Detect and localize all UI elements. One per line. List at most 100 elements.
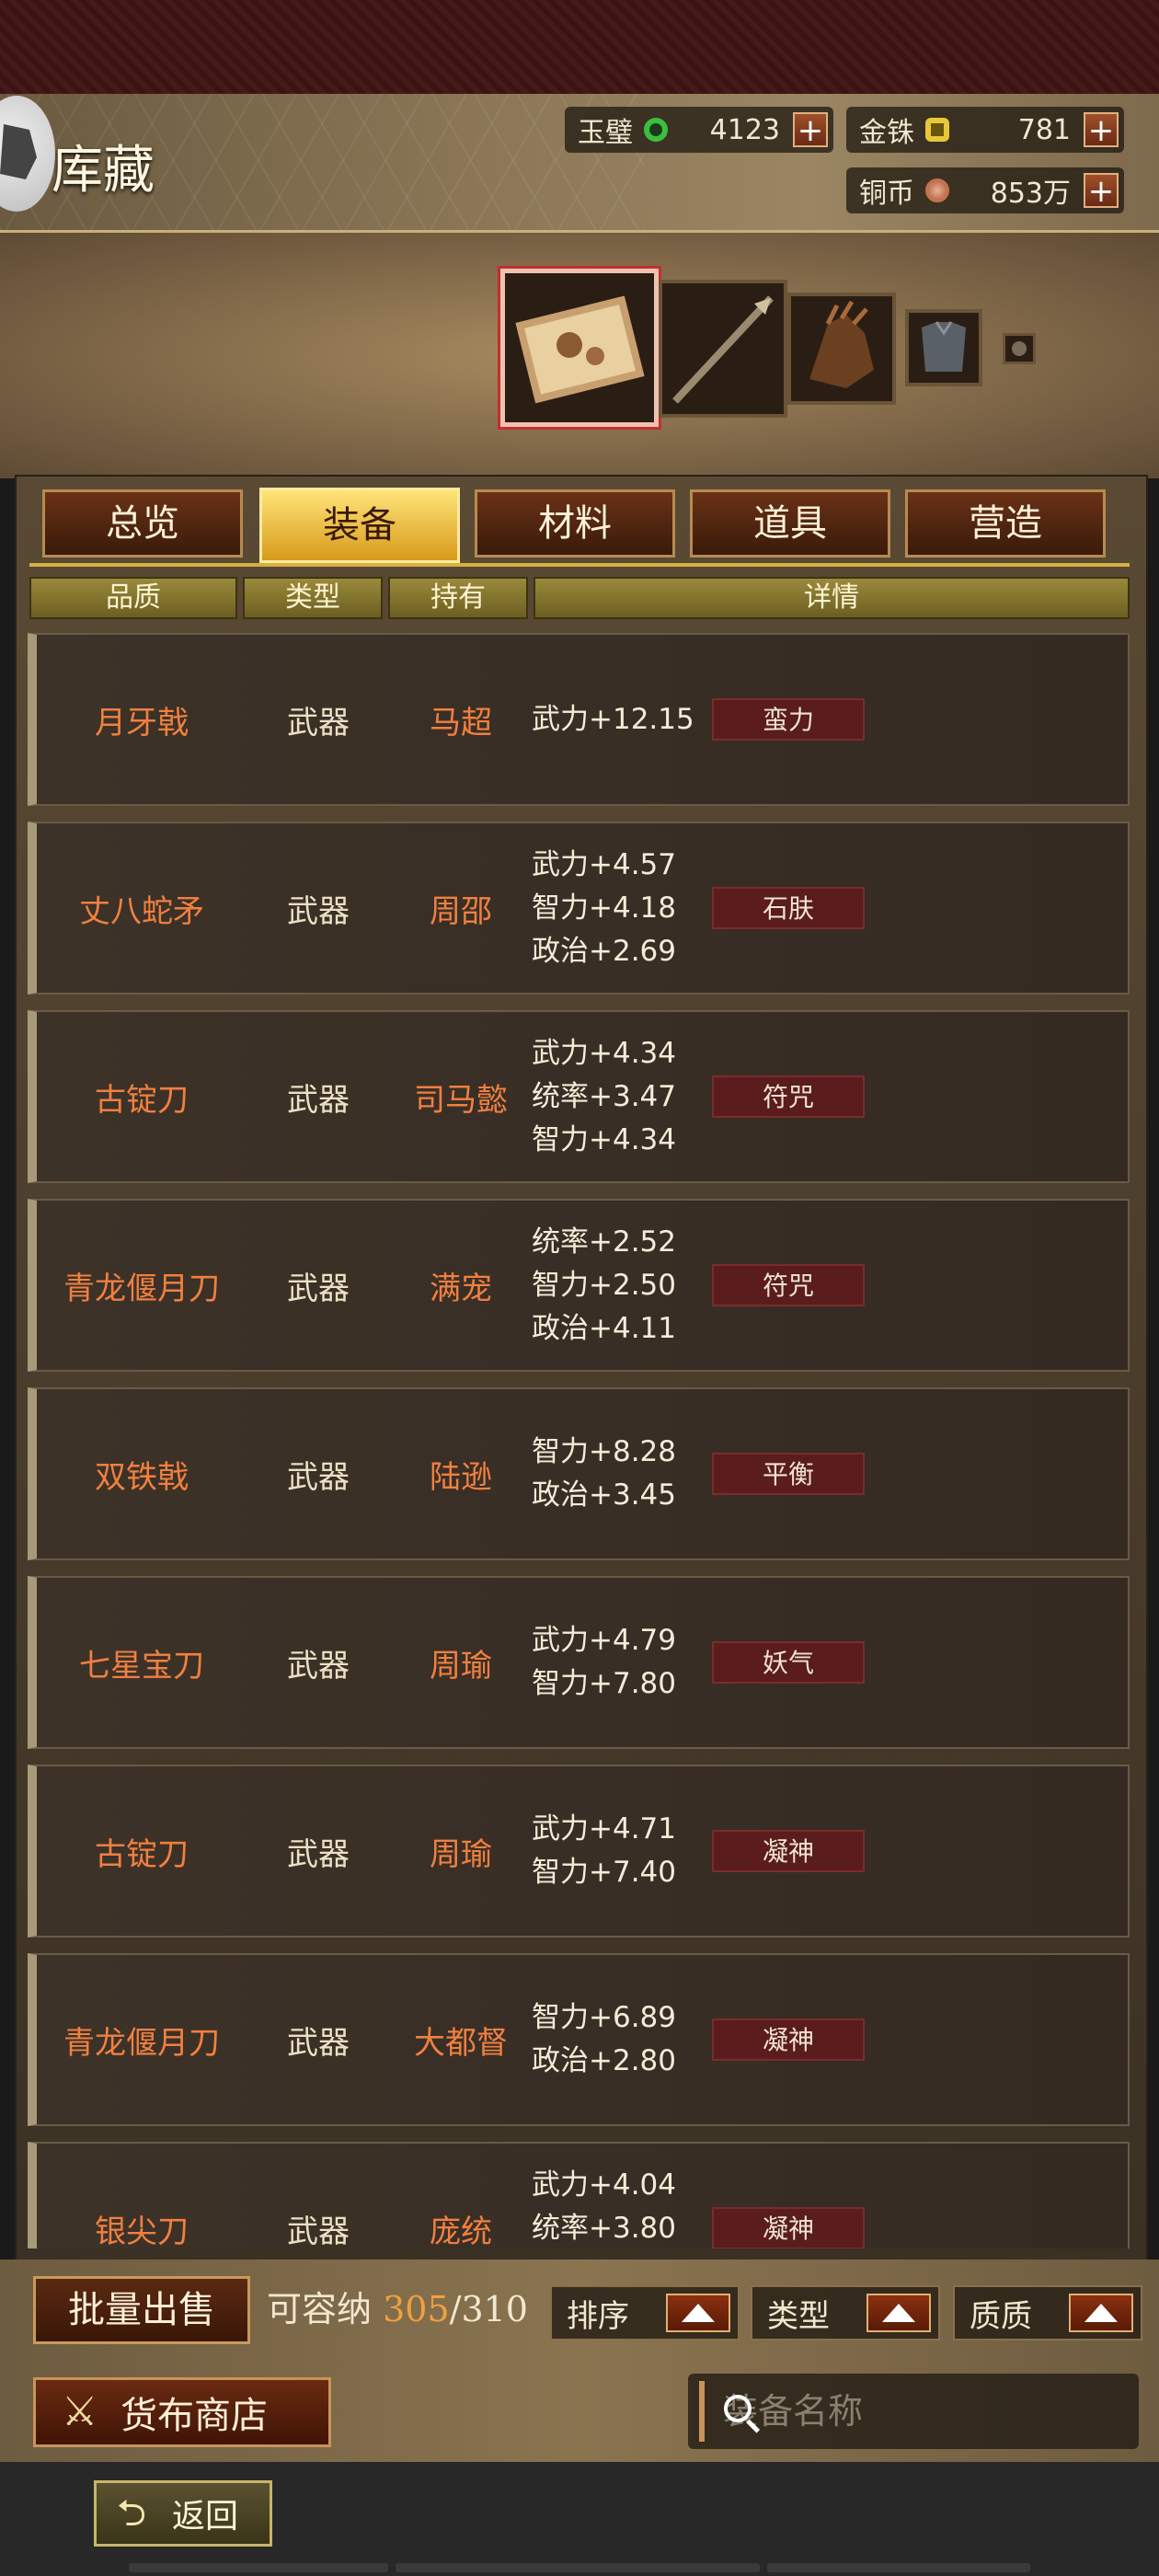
stat-line: 智力+6.89 (532, 2001, 676, 2034)
item-type: 武器 (287, 1647, 350, 1685)
page-title: 库藏 (52, 141, 155, 201)
search-icon[interactable] (699, 2381, 761, 2442)
item-name: 丈八蛇矛 (79, 892, 204, 930)
currency-shop-button[interactable]: ⚔ 货布商店 (33, 2377, 331, 2447)
item-holder: 周瑜 (430, 1647, 492, 1685)
equipment-row[interactable]: 双铁戟 武器 陆逊 智力+8.28 政治+3.45 平衡 (28, 1387, 1130, 1560)
jade-coin-icon (644, 118, 668, 142)
item-holder: 司马懿 (414, 1081, 508, 1119)
sort-button[interactable]: 排序 (550, 2285, 740, 2340)
arrow-up-icon[interactable] (666, 2294, 730, 2332)
stat-line: 智力+7.80 (532, 1667, 676, 1700)
trait-badge: 符咒 (712, 1075, 865, 1118)
nav-indicator (767, 2563, 1030, 2572)
shop-label: 货布商店 (120, 2395, 268, 2437)
tab-overview[interactable]: 总览 (42, 489, 243, 558)
treasure-map-icon[interactable] (500, 269, 659, 427)
stat-line: 智力+4.34 (532, 1122, 676, 1156)
type-filter-button[interactable]: 类型 (751, 2285, 940, 2340)
currency-label: 金铢 (859, 117, 914, 149)
stat-line: 政治+2.69 (532, 934, 676, 968)
equipment-row[interactable]: 月牙戟 武器 马超 武力+12.15 蛮力 (28, 633, 1130, 806)
add-copper-button[interactable]: + (1084, 173, 1119, 208)
stat-line: 统率+3.47 (532, 1079, 676, 1113)
search-box (688, 2374, 1159, 2449)
stat-line: 统率+2.52 (532, 1225, 676, 1259)
capacity-current: 305 (383, 2289, 450, 2329)
back-button[interactable]: ⮌ 返回 (94, 2480, 272, 2547)
add-gold-button[interactable]: + (1084, 112, 1119, 147)
item-name: 青龙偃月刀 (63, 1270, 220, 1307)
item-stats: 武力+4.04统率+3.80智力+2.77 (532, 2144, 716, 2248)
search-input[interactable] (721, 2383, 1159, 2440)
item-type: 武器 (287, 1458, 350, 1496)
back-label: 返回 (172, 2498, 239, 2536)
equipment-row[interactable]: 古锭刀 武器 周瑜 武力+4.71 智力+7.40 凝神 (28, 1765, 1130, 1938)
item-name: 古锭刀 (95, 1081, 189, 1119)
trait-badge: 凝神 (712, 2207, 865, 2248)
capacity-total: /310 (449, 2289, 528, 2329)
nav-indicator (129, 2563, 388, 2572)
column-holder[interactable]: 持有 (388, 577, 528, 619)
arrow-up-icon[interactable] (1069, 2294, 1133, 2332)
item-name: 月牙戟 (95, 704, 189, 742)
quality-filter-label: 质质 (970, 2297, 1032, 2335)
item-name: 双铁戟 (95, 1458, 189, 1496)
equipment-row[interactable]: 银尖刀武器庞统武力+4.04统率+3.80智力+2.77凝神 (28, 2142, 1130, 2248)
armor-icon[interactable] (905, 309, 982, 386)
trait-badge: 蛮力 (712, 698, 865, 741)
quality-filter-button[interactable]: 质质 (953, 2285, 1142, 2340)
stat-line: 武力+4.79 (532, 1624, 676, 1657)
column-quality[interactable]: 品质 (29, 577, 237, 619)
gauntlet-icon[interactable] (787, 293, 896, 405)
item-stats: 统率+2.52 智力+2.50 政治+4.11 (532, 1201, 716, 1370)
crossed-blades-icon: ⚔ (62, 2388, 98, 2435)
stat-line: 统率+3.80 (532, 2211, 676, 2245)
equipment-row[interactable]: 青龙偃月刀 武器 满宠 统率+2.52 智力+2.50 政治+4.11 符咒 (28, 1199, 1130, 1372)
small-item-icon[interactable] (1003, 333, 1036, 364)
item-type: 武器 (287, 704, 350, 742)
item-stats: 武力+4.57 智力+4.18 政治+2.69 (532, 823, 716, 993)
top-bar (0, 0, 1159, 94)
stat-line: 智力+8.28 (532, 1435, 676, 1468)
equipment-row[interactable]: 丈八蛇矛 武器 周邵 武力+4.57 智力+4.18 政治+2.69 石肤 (28, 822, 1130, 995)
stat-line: 政治+3.45 (532, 1478, 676, 1512)
spear-icon[interactable] (659, 280, 787, 418)
item-type: 武器 (287, 2213, 350, 2249)
item-holder: 周瑜 (430, 1835, 492, 1873)
item-holder: 满宠 (430, 1270, 492, 1307)
item-type: 武器 (287, 2024, 350, 2062)
currency-label: 玉璧 (578, 117, 633, 149)
tab-items[interactable]: 道具 (690, 489, 890, 558)
currency-value: 853万 (990, 178, 1071, 210)
equipment-list[interactable]: 月牙戟 武器 马超 武力+12.15 蛮力 丈八蛇矛 武器 周邵 武力+4.57 智力+4.18 政… (28, 633, 1131, 2248)
tab-construction[interactable]: 营造 (905, 489, 1106, 558)
item-name: 七星宝刀 (79, 1647, 204, 1685)
currency-value: 4123 (709, 113, 780, 146)
capacity-label: 可容纳 (267, 2289, 373, 2329)
trait-badge: 平衡 (712, 1453, 865, 1495)
return-arrow-icon: ⮌ (117, 2492, 147, 2535)
stat-line: 智力+4.18 (532, 891, 676, 925)
tab-materials[interactable]: 材料 (475, 489, 675, 558)
arrow-up-icon[interactable] (866, 2294, 931, 2332)
stat-line: 智力+2.50 (532, 1268, 676, 1302)
item-holder: 陆逊 (430, 1458, 492, 1496)
item-type: 武器 (287, 1835, 350, 1873)
currency-value: 781 (1017, 113, 1071, 146)
equipment-row[interactable]: 古锭刀 武器 司马懿 武力+4.34 统率+3.47 智力+4.34 符咒 (28, 1010, 1130, 1183)
column-header: 品质 类型 持有 详情 (29, 577, 1130, 621)
column-type[interactable]: 类型 (243, 577, 383, 619)
add-jade-button[interactable]: + (793, 112, 828, 147)
item-type: 武器 (287, 1270, 350, 1307)
equipment-row[interactable]: 七星宝刀 武器 周瑜 武力+4.79 智力+7.80 妖气 (28, 1576, 1130, 1749)
tab-equipment[interactable]: 装备 (259, 488, 460, 563)
bulk-sell-button[interactable]: 批量出售 (33, 2276, 250, 2344)
stat-line: 武力+4.34 (532, 1036, 676, 1070)
item-holder: 庞统 (430, 2213, 492, 2249)
capacity-text: 可容纳 305/310 (267, 2282, 528, 2337)
item-holder: 马超 (430, 704, 492, 742)
trait-badge: 符咒 (712, 1264, 865, 1306)
equipment-row[interactable]: 青龙偃月刀 武器 大都督 智力+6.89 政治+2.80 凝神 (28, 1953, 1130, 2126)
type-filter-label: 类型 (767, 2297, 830, 2335)
